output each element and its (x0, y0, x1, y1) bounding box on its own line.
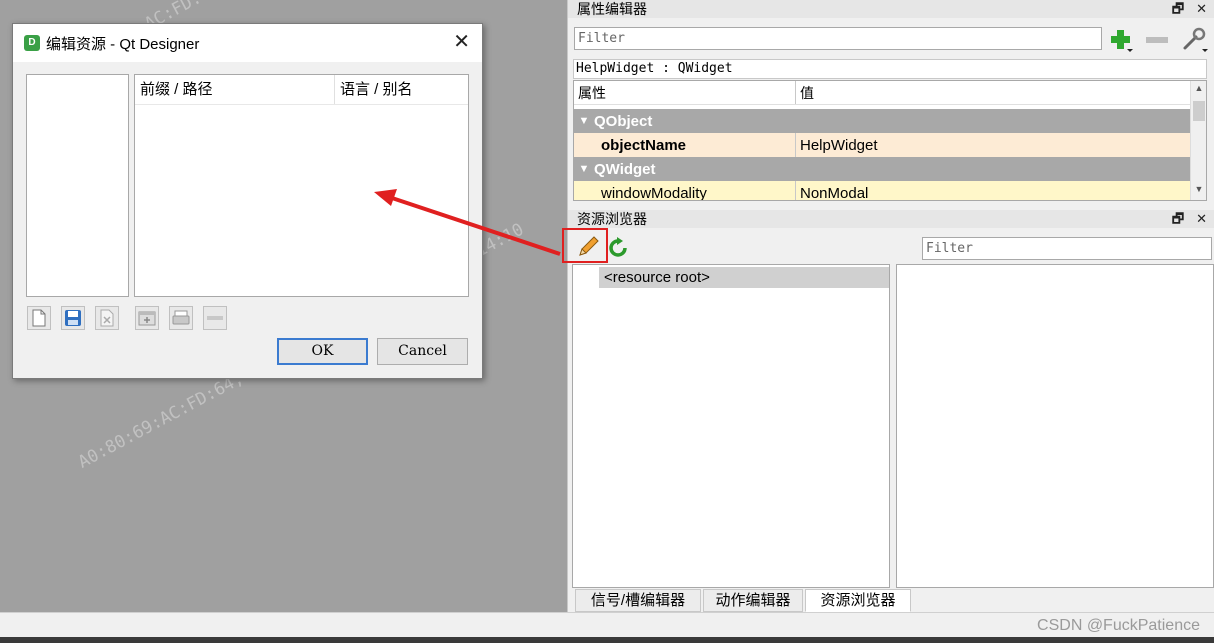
edit-resources-button[interactable] (562, 228, 608, 263)
language-alias-header: 语言 / 别名 (340, 81, 413, 98)
add-dynamic-property-icon[interactable] (1108, 27, 1134, 53)
chevron-down-icon[interactable]: ▼ (574, 163, 594, 175)
vertical-scrollbar[interactable]: ▲ ▼ (1190, 81, 1206, 200)
property-column-header: 属性 (574, 81, 796, 104)
table-header: 前缀 / 路径 语言 / 别名 (135, 75, 468, 105)
property-editor-titlebar: 属性编辑器 🗗 ✕ (568, 0, 1214, 18)
save-file-icon[interactable] (61, 306, 85, 330)
dialog-title: 编辑资源 - Qt Designer (46, 35, 200, 53)
close-icon[interactable]: ✕ (453, 32, 470, 52)
prefix-path-header: 前缀 / 路径 (135, 75, 335, 104)
qrc-file-list[interactable] (26, 74, 129, 297)
scrollbar-thumb[interactable] (1193, 101, 1205, 121)
tab-signal-slot-editor[interactable]: 信号/槽编辑器 (575, 589, 701, 612)
tab-action-editor[interactable]: 动作编辑器 (703, 589, 803, 612)
remove-property-icon[interactable] (1146, 37, 1168, 43)
configure-wrench-icon[interactable] (1180, 25, 1208, 53)
cancel-button[interactable]: Cancel (377, 338, 468, 365)
edit-resources-dialog: D 编辑资源 - Qt Designer ✕ 前缀 / 路径 语言 / 别名 O… (12, 23, 483, 379)
credit-text: CSDN @FuckPatience (1037, 617, 1200, 634)
qt-designer-icon: D (24, 35, 40, 51)
property-name: objectName (574, 133, 796, 157)
scroll-down-icon[interactable]: ▼ (1191, 184, 1206, 194)
group-name: QWidget (594, 160, 656, 178)
value-column-header: 值 (800, 84, 814, 101)
tab-resource-browser[interactable]: 资源浏览器 (805, 589, 911, 612)
ok-button[interactable]: OK (277, 338, 368, 365)
taskbar-strip (0, 637, 1214, 643)
group-row-qwidget[interactable]: ▼ QWidget (574, 157, 1194, 181)
property-row-objectname[interactable]: objectName HelpWidget (574, 133, 1194, 157)
resource-tree[interactable]: <resource root> (572, 264, 890, 588)
property-table-header: 属性 值 (574, 81, 1194, 105)
remove-file-icon[interactable] (95, 306, 119, 330)
status-bar: CSDN @FuckPatience (0, 612, 1214, 643)
close-icon[interactable]: ✕ (1196, 0, 1207, 18)
group-row-qobject[interactable]: ▼ QObject (574, 109, 1194, 133)
dialog-titlebar: D 编辑资源 - Qt Designer ✕ (13, 24, 482, 62)
scroll-up-icon[interactable]: ▲ (1191, 83, 1206, 93)
resource-file-list[interactable] (896, 264, 1214, 588)
property-row-windowmodality[interactable]: windowModality NonModal (574, 181, 1194, 201)
new-file-icon[interactable] (27, 306, 51, 330)
reload-icon[interactable] (607, 237, 629, 259)
property-filter-input[interactable] (574, 27, 1102, 50)
resource-filter-input[interactable] (922, 237, 1212, 260)
property-table[interactable]: 属性 值 ▼ QObject objectName HelpWidget ▼ Q… (573, 80, 1207, 201)
float-icon[interactable]: 🗗 (1172, 0, 1184, 18)
tree-item-resource-root[interactable]: <resource root> (599, 267, 889, 288)
group-name: QObject (594, 112, 653, 130)
remove-icon[interactable] (203, 306, 227, 330)
close-icon[interactable]: ✕ (1196, 210, 1207, 228)
float-icon[interactable]: 🗗 (1172, 210, 1184, 228)
resource-prefix-table[interactable]: 前缀 / 路径 语言 / 别名 (134, 74, 469, 297)
pencil-icon[interactable] (576, 235, 600, 262)
resource-browser-title: 资源浏览器 (577, 211, 647, 227)
resource-browser-titlebar: 资源浏览器 🗗 ✕ (568, 210, 1214, 228)
add-prefix-icon[interactable] (135, 306, 159, 330)
chevron-down-icon[interactable]: ▼ (574, 115, 594, 127)
object-class-label: HelpWidget : QWidget (573, 59, 1207, 79)
property-value[interactable]: HelpWidget (796, 133, 1194, 157)
property-editor-title: 属性编辑器 (577, 1, 647, 17)
add-files-icon[interactable] (169, 306, 193, 330)
property-name: windowModality (574, 181, 796, 200)
property-value[interactable]: NonModal (796, 181, 1194, 201)
